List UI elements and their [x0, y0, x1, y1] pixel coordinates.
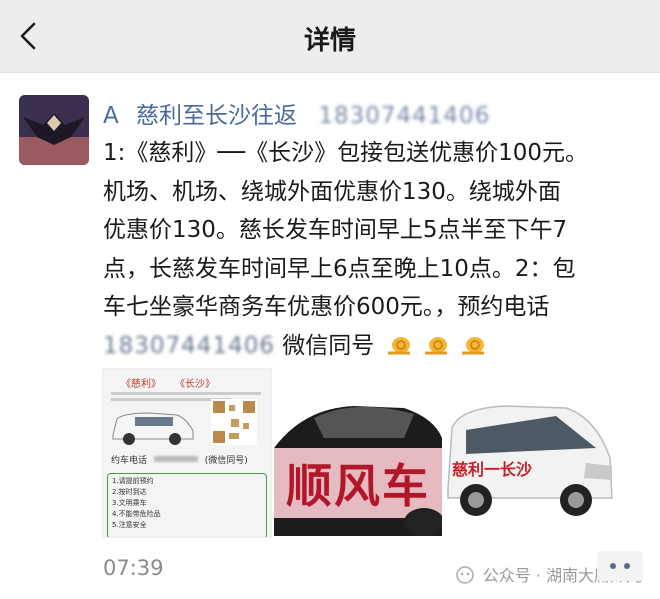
flyer-note: 3.文明乘车 — [112, 499, 147, 507]
post-line: 点，长慈发车时间早上6点至晚上10点。2：包 — [103, 255, 576, 282]
flyer-phone-label: 约车电话 — [111, 456, 148, 466]
qr-code-icon — [211, 399, 257, 445]
van-photo-image[interactable]: 慈利一长沙 — [446, 368, 614, 536]
top-bar: 详情 — [0, 0, 660, 73]
more-options-button[interactable] — [597, 551, 643, 581]
author-name: 慈利至长沙往返 — [136, 103, 298, 129]
flyer-image[interactable]: 《慈利》 《长沙》 约车电话 (微信同号) 1.请提前预约 2.按时到达 3.文… — [102, 368, 272, 538]
post-line: 优惠价130。慈长发车时间早上5点半至下午7 — [103, 217, 568, 243]
flyer-note: 2.按时到达 — [112, 488, 147, 496]
flyer-route-left: 《慈利》 — [121, 379, 161, 390]
banner-text: 顺风车 — [286, 459, 430, 513]
hitchhike-banner-image[interactable]: 顺风车 — [274, 368, 442, 536]
post-time: 07:39 — [103, 556, 164, 580]
white-van-icon — [446, 368, 614, 536]
snail-emoji-icon — [387, 336, 410, 354]
wechat-official-account-icon — [455, 566, 474, 584]
wechat-same-text: 微信同号 — [282, 332, 375, 359]
van-image-icon — [112, 412, 194, 445]
flyer-phone-blur — [153, 456, 198, 462]
author-prefix: A — [103, 103, 119, 129]
phone-blurred: 18307441406 — [103, 332, 275, 359]
avatar-eagle-icon — [19, 95, 89, 165]
post-line-last: 18307441406 微信同号 — [103, 327, 643, 366]
flyer-note: 4.不能带危险品 — [112, 510, 161, 518]
flyer-wechat: (微信同号) — [204, 456, 248, 466]
van-route-text: 慈利一长沙 — [452, 460, 533, 479]
post-line: 1:《慈利》──《长沙》包接包送优惠价100元。 — [103, 140, 588, 166]
author-line[interactable]: A 慈利至长沙往返 18307441406 — [103, 96, 490, 130]
page-title: 详情 — [303, 26, 356, 56]
post-body: 1:《慈利》──《长沙》包接包送优惠价100元。 机场、机场、绕城外面优惠价13… — [103, 134, 643, 365]
post-line: 车七坐豪华商务车优惠价600元。，预约电话 — [103, 294, 550, 320]
post-line: 机场、机场、绕城外面优惠价130。绕城外面 — [103, 178, 561, 205]
avatar[interactable] — [19, 95, 89, 165]
flyer-note: 1.请提前预约 — [112, 477, 154, 485]
flyer-route-right: 《长沙》 — [175, 379, 215, 390]
snail-emoji-icon — [424, 336, 447, 354]
author-phone-blurred: 18307441406 — [318, 103, 491, 129]
flyer-note: 5.注意安全 — [112, 521, 147, 529]
more-dots-icon — [610, 563, 630, 569]
flyer-notes-box: 1.请提前预约 2.按时到达 3.文明乘车 4.不能带危险品 5.注意安全 — [107, 473, 267, 537]
snail-emoji-icon — [462, 336, 485, 354]
